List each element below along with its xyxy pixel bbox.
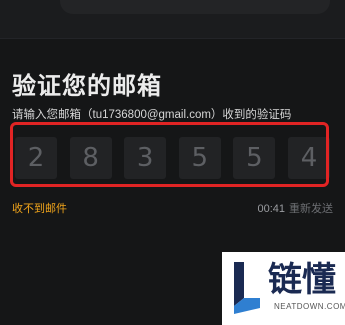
red-highlight-annotation [10,122,329,187]
watermark: 链懂 NEATDOWN.COM [222,252,345,325]
resend-label: 重新发送 [289,203,333,215]
resend-timer: 00:41 [257,203,285,215]
verification-prompt: 请输入您邮箱（tu1736800@gmail.com）收到的验证码 [12,109,292,121]
watermark-logo-icon [234,262,260,314]
section-divider [0,38,345,39]
no-email-link[interactable]: 收不到邮件 [12,200,67,216]
previous-section [0,0,345,38]
watermark-text-en: NEATDOWN.COM [274,302,345,311]
resend-button[interactable]: 00:41 重新发送 [257,200,333,216]
previous-card [60,0,330,14]
watermark-text-cn: 链懂 [268,261,336,299]
page-title: 验证您的邮箱 [12,73,162,100]
